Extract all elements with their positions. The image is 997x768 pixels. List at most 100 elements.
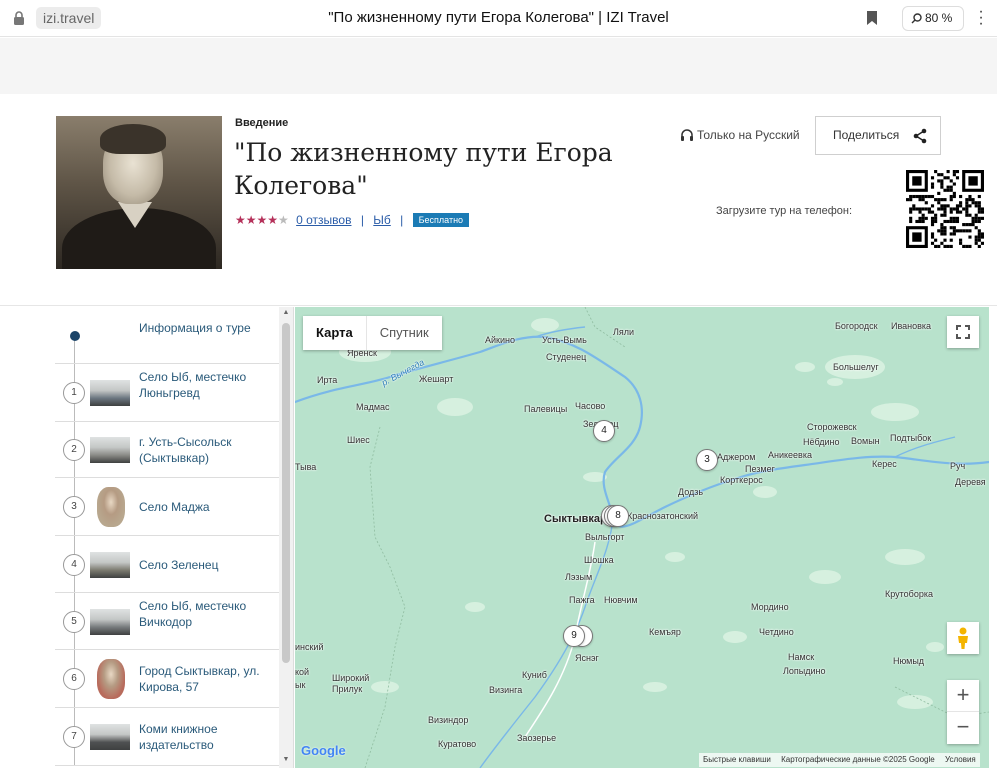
map-data-credit: Картографические данные ©2025 Google bbox=[781, 755, 935, 764]
stop-label: г. Усть-Сысольск (Сыктывкар) bbox=[139, 435, 232, 465]
language-indicator: Только на Русский bbox=[680, 128, 800, 142]
map-place-label: Крутоборка bbox=[885, 589, 933, 599]
share-button[interactable]: Поделиться bbox=[815, 116, 941, 155]
stop-item[interactable]: 5 Село Ыб, местечко Вичкодор bbox=[55, 593, 279, 650]
map-place-label: Широкий Прилук bbox=[332, 673, 370, 694]
reviews-link[interactable]: 0 отзывов bbox=[296, 213, 351, 227]
top-spacer bbox=[0, 38, 997, 94]
map-place-label: Краснозатонский bbox=[627, 511, 699, 521]
stop-label: Село Ыб, местечко Люньгревд bbox=[139, 370, 247, 400]
map-place-label: Выльгорт bbox=[585, 532, 625, 542]
scroll-down-icon[interactable]: ▼ bbox=[282, 756, 290, 764]
stop-portrait-thumbnail bbox=[97, 487, 125, 527]
map-place-label: Деревя bbox=[955, 477, 986, 487]
map-marker[interactable]: 9 bbox=[563, 625, 585, 647]
stop-number: 5 bbox=[63, 611, 85, 633]
scroll-up-icon[interactable]: ▲ bbox=[282, 309, 290, 317]
zoom-out-button[interactable]: − bbox=[947, 712, 979, 744]
map-place-label: Сыктывкар bbox=[544, 513, 607, 525]
map-marker[interactable]: 3 bbox=[696, 449, 718, 471]
map-place-label: Визинга bbox=[489, 685, 523, 695]
download-label: Загрузите тур на телефон: bbox=[716, 205, 853, 217]
fullscreen-icon bbox=[956, 325, 970, 339]
stop-item[interactable]: 6 Город Сыктывкар, ул. Кирова, 57 bbox=[55, 650, 279, 708]
lock-icon bbox=[14, 11, 24, 25]
stops-scrollbar[interactable]: ▲ ▼ bbox=[279, 307, 293, 768]
tour-cover-photo bbox=[56, 116, 222, 269]
map-type-map-button[interactable]: Карта bbox=[303, 316, 367, 350]
magnifier-icon bbox=[911, 13, 922, 24]
stop-item[interactable]: 2 г. Усть-Сысольск (Сыктывкар) bbox=[55, 422, 279, 478]
google-wordmark: Google bbox=[301, 743, 346, 758]
address-bar[interactable]: izi.travel bbox=[36, 7, 102, 29]
stop-photo-thumbnail bbox=[90, 437, 130, 463]
map-place-label: Ирта bbox=[317, 375, 338, 385]
zoom-in-button[interactable]: + bbox=[947, 680, 979, 712]
map-marker[interactable]: 4 bbox=[593, 420, 615, 442]
terms-link[interactable]: Условия bbox=[941, 755, 980, 764]
scroll-thumb[interactable] bbox=[282, 323, 290, 663]
stops-list: Информация о туре 1 Село Ыб, местечко Люнь… bbox=[55, 307, 279, 766]
location-link[interactable]: Ыб bbox=[373, 213, 391, 227]
map-place-label: Нювчим bbox=[604, 595, 638, 605]
map-place-label: Тыва bbox=[295, 462, 317, 472]
map-place-label: Шошка bbox=[584, 555, 614, 565]
map-place-label: Усть-Вымь bbox=[542, 335, 587, 345]
map-place-label: Сторожевск bbox=[807, 422, 857, 432]
map-place-label: Лопыдино bbox=[783, 666, 826, 676]
zoom-control: + − bbox=[947, 680, 979, 744]
pegman-icon bbox=[958, 627, 968, 649]
stop-label: Село Маджа bbox=[139, 500, 210, 514]
zoom-value: 80 % bbox=[925, 11, 953, 25]
page-title: "По жизненному пути Егора Колегова" | IZ… bbox=[328, 9, 669, 26]
rating-stars: ★★★★★ bbox=[235, 213, 289, 227]
map-place-label: Вомын bbox=[851, 436, 880, 446]
stop-photo-thumbnail bbox=[90, 609, 130, 635]
stop-item[interactable]: 4 Село Зеленец bbox=[55, 536, 279, 593]
tour-map[interactable]: Айкино Усть-Вымь Ляли Студенец Яренск Ирта Жеш… bbox=[295, 307, 989, 768]
stop-portrait-thumbnail bbox=[97, 659, 125, 699]
stop-photo-thumbnail bbox=[90, 552, 130, 578]
section-label: Введение bbox=[235, 117, 289, 129]
fullscreen-button[interactable] bbox=[947, 316, 979, 348]
map-place-label: Шиес bbox=[347, 435, 370, 445]
map-place-label: Айкино bbox=[485, 335, 515, 345]
map-place-label: Нюмыд bbox=[893, 656, 925, 666]
stop-item[interactable]: 7 Коми книжное издательство bbox=[55, 708, 279, 766]
map-type-control: Карта Спутник bbox=[303, 316, 442, 350]
stop-info[interactable]: Информация о туре bbox=[55, 307, 279, 364]
share-label: Поделиться bbox=[833, 128, 900, 142]
map-place-label: кой bbox=[295, 667, 310, 677]
map-place-label: ык bbox=[295, 680, 306, 690]
more-menu-icon[interactable]: · · · bbox=[976, 4, 986, 32]
tour-meta: ★★★★★ 0 отзывов | Ыб | Бесплатно bbox=[235, 213, 470, 227]
keyboard-shortcuts-link[interactable]: Быстрые клавиши bbox=[699, 755, 775, 764]
stop-item[interactable]: 1 Село Ыб, местечко Люньгревд bbox=[55, 364, 279, 422]
map-place-label: Намск bbox=[788, 652, 815, 662]
tour-header: Введение "По жизненному пути Егора Колег… bbox=[0, 94, 997, 306]
map-place-label: Аникеевка bbox=[768, 450, 812, 460]
stop-number: 4 bbox=[63, 554, 85, 576]
map-attribution: Быстрые клавиши Картографические данные … bbox=[699, 753, 980, 767]
stop-number: 3 bbox=[63, 496, 85, 518]
map-place-label: Ляли bbox=[613, 327, 635, 337]
stop-item[interactable]: 3 Село Маджа bbox=[55, 478, 279, 536]
map-type-satellite-button[interactable]: Спутник bbox=[367, 316, 442, 350]
map-place-label: Лэзым bbox=[565, 572, 593, 582]
zoom-indicator[interactable]: 80 % bbox=[902, 6, 964, 31]
map-place-label: Керес bbox=[872, 459, 897, 469]
map-place-label: Четдино bbox=[759, 627, 794, 637]
map-place-label: Куниб bbox=[522, 670, 547, 680]
map-marker[interactable]: 8 bbox=[607, 505, 629, 527]
map-place-label: Додзь bbox=[678, 487, 704, 497]
stops-panel: Информация о туре 1 Село Ыб, местечко Люнь… bbox=[55, 307, 294, 768]
stop-label: Информация о туре bbox=[139, 321, 251, 335]
map-place-label: Заозерье bbox=[517, 733, 557, 743]
map-place-label: Пажга bbox=[569, 595, 595, 605]
map-place-label: Куратово bbox=[438, 739, 477, 749]
tour-title: "По жизненному пути Егора Колегова" bbox=[234, 138, 613, 200]
bookmark-icon[interactable] bbox=[866, 10, 878, 26]
browser-toolbar: izi.travel "По жизненному пути Егора Кол… bbox=[0, 0, 997, 37]
map-place-label: Палевицы bbox=[524, 404, 568, 414]
street-view-button[interactable] bbox=[947, 622, 979, 654]
